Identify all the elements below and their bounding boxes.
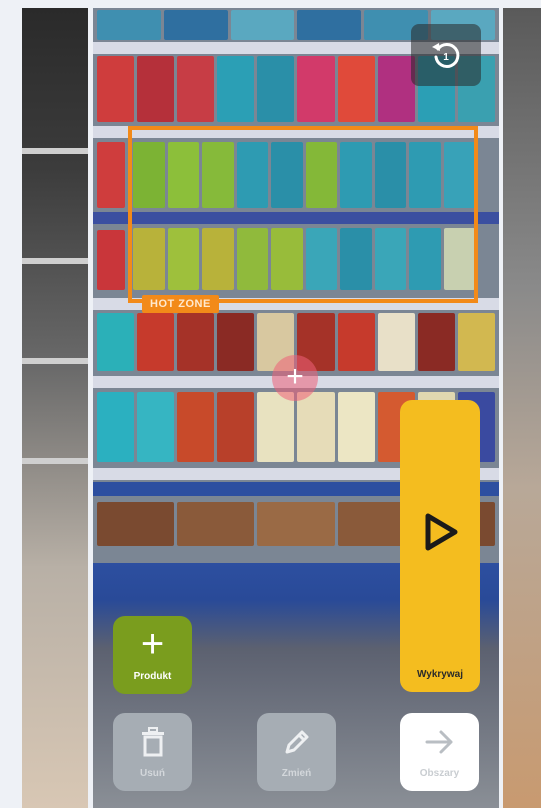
- svg-text:1: 1: [443, 52, 449, 63]
- plus-icon: +: [140, 622, 165, 666]
- add-product-button[interactable]: + Produkt: [113, 616, 192, 694]
- areas-label: Obszary: [419, 768, 460, 779]
- edit-button[interactable]: Zmień: [257, 713, 336, 791]
- edit-label: Zmień: [281, 768, 312, 779]
- undo-button[interactable]: 1: [411, 24, 481, 86]
- play-icon: [425, 513, 458, 551]
- hot-zone-label: HOT ZONE: [142, 295, 219, 313]
- crosshair-plus-icon: +: [272, 355, 318, 401]
- detect-button-label: Wykrywaj: [417, 669, 463, 680]
- arrow-right-icon: [425, 730, 452, 754]
- rotate-ccw-icon: 1: [432, 42, 460, 68]
- areas-button[interactable]: Obszary: [400, 713, 479, 791]
- pencil-icon: [285, 730, 308, 754]
- trash-icon: [141, 727, 164, 757]
- camera-view-screen[interactable]: HOT ZONE + 1 Wykrywaj + Produkt Usuń Zmi…: [93, 8, 499, 808]
- delete-button[interactable]: Usuń: [113, 713, 192, 791]
- delete-label: Usuń: [140, 768, 165, 779]
- hot-zone-area[interactable]: [128, 126, 478, 303]
- detect-button[interactable]: Wykrywaj: [400, 400, 480, 692]
- background-store-photo-right: [503, 8, 541, 808]
- background-store-photo-left: [22, 8, 88, 808]
- add-product-label: Produkt: [133, 671, 172, 682]
